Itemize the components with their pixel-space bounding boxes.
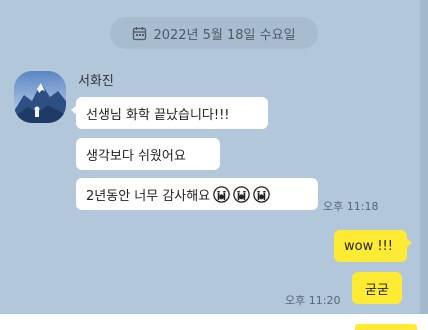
outgoing-message-bubble[interactable]: wow !!! (334, 230, 412, 262)
message-text: 생각보다 쉬웠어요 (86, 148, 186, 164)
message-text: 굳굳 (365, 282, 389, 298)
calendar-icon (133, 26, 147, 40)
send-button[interactable] (355, 324, 417, 330)
message-text: 선생님 화학 끝났습니다!!! (86, 107, 230, 123)
crying-face-icon (233, 185, 250, 203)
message-text: wow !!! (344, 238, 393, 254)
incoming-message-bubble[interactable]: 선생님 화학 끝났습니다!!! (71, 97, 268, 129)
crying-face-icon (213, 185, 230, 203)
message-timestamp: 오후 11:20 (285, 294, 341, 307)
avatar[interactable] (14, 71, 66, 123)
date-divider: 2022년 5월 18일 수요일 (110, 17, 318, 49)
sender-name: 서화진 (78, 74, 114, 89)
incoming-message-bubble[interactable]: 생각보다 쉬웠어요 (76, 138, 220, 170)
date-divider-text: 2022년 5월 18일 수요일 (153, 27, 296, 43)
outgoing-message-bubble[interactable]: 굳굳 (352, 272, 402, 304)
scrollbar[interactable] (420, 0, 428, 314)
mountain-avatar-icon (14, 71, 66, 123)
incoming-message-bubble[interactable]: 2년동안 너무 감사해요 (76, 178, 318, 210)
crying-face-icon (253, 185, 270, 203)
message-timestamp: 오후 11:18 (323, 200, 379, 213)
message-text: 2년동안 너무 감사해요 (86, 188, 211, 204)
